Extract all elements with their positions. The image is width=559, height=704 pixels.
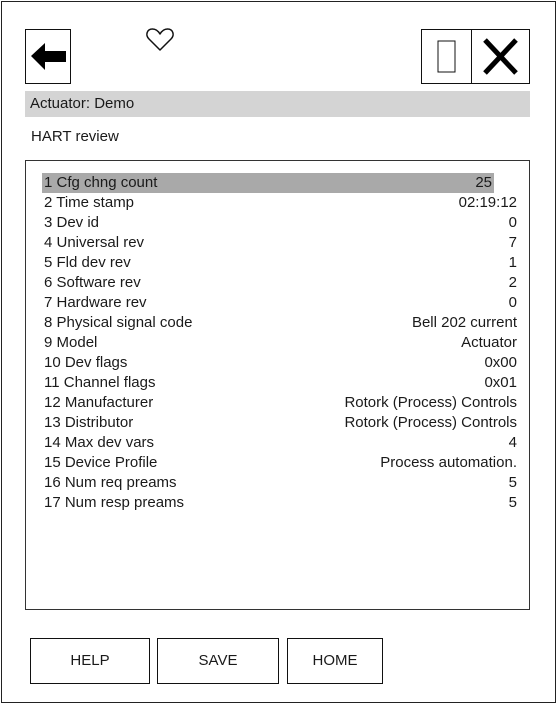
row-label: 9 Model [44,334,98,351]
restore-button[interactable] [421,29,472,84]
row-value: Rotork (Process) Controls [344,394,517,411]
row-value: 5 [508,474,517,491]
row-value: 0x01 [484,374,517,391]
row-value: Rotork (Process) Controls [344,414,517,431]
row-label: 3 Dev id [44,214,100,231]
row-value: 5 [508,494,517,511]
close-button[interactable] [471,29,530,84]
back-arrow-icon [31,43,66,70]
list-row[interactable]: 4 Universal rev 7 [42,233,519,253]
list-row[interactable]: 7 Hardware rev 0 [42,293,519,313]
row-label: 14 Max dev vars [44,434,155,451]
row-label: 8 Physical signal code [44,314,193,331]
list-row[interactable]: 6 Software rev 2 [42,273,519,293]
row-value: Actuator [461,334,517,351]
row-value: 02:19:12 [458,194,517,211]
list-row[interactable]: 15 Device Profile Process automation. [42,453,519,473]
list-row[interactable]: 8 Physical signal code Bell 202 current [42,313,519,333]
device-title-bar: Actuator: Demo [25,91,530,117]
row-value: 1 [508,254,517,271]
row-label: 13 Distributor [44,414,134,431]
list-row[interactable]: 1 Cfg chng count 25 [42,173,494,193]
row-label: 7 Hardware rev [44,294,147,311]
hart-review-list[interactable]: 1 Cfg chng count 25 2 Time stamp 02:19:1… [25,160,530,610]
help-button[interactable]: HELP [30,638,150,684]
list-row[interactable]: 11 Channel flags 0x01 [42,373,519,393]
home-button[interactable]: HOME [287,638,383,684]
list-row[interactable]: 14 Max dev vars 4 [42,433,519,453]
row-value: 25 [475,174,492,191]
page-title: HART review [31,128,119,145]
row-value: 2 [508,274,517,291]
list-row[interactable]: 13 Distributor Rotork (Process) Controls [42,413,519,433]
window-restore-icon [437,40,456,73]
row-value: 4 [508,434,517,451]
list-row[interactable]: 16 Num req preams 5 [42,473,519,493]
row-value: 7 [508,234,517,251]
row-label: 2 Time stamp [44,194,135,211]
close-icon [483,38,518,75]
row-label: 1 Cfg chng count [44,174,158,191]
list-row[interactable]: 5 Fld dev rev 1 [42,253,519,273]
row-value: 0 [508,214,517,231]
row-value: 0x00 [484,354,517,371]
list-row[interactable]: 12 Manufacturer Rotork (Process) Control… [42,393,519,413]
row-label: 5 Fld dev rev [44,254,131,271]
list-row[interactable]: 10 Dev flags 0x00 [42,353,519,373]
list-row[interactable]: 9 Model Actuator [42,333,519,353]
row-label: 17 Num resp preams [44,494,185,511]
back-button[interactable] [25,29,71,84]
list-row[interactable]: 17 Num resp preams 5 [42,493,519,513]
row-label: 16 Num req preams [44,474,177,491]
row-value: Process automation. [380,454,517,471]
row-value: Bell 202 current [411,314,517,331]
row-label: 15 Device Profile [44,454,158,471]
row-label: 4 Universal rev [44,234,145,251]
list-row[interactable]: 2 Time stamp 02:19:12 [42,193,519,213]
list-row[interactable]: 3 Dev id 0 [42,213,519,233]
row-value: 0 [508,294,517,311]
row-label: 6 Software rev [44,274,141,291]
row-label: 12 Manufacturer [44,394,154,411]
row-label: 11 Channel flags [44,374,156,391]
heart-icon[interactable] [145,27,175,53]
save-button[interactable]: SAVE [157,638,279,684]
row-label: 10 Dev flags [44,354,128,371]
